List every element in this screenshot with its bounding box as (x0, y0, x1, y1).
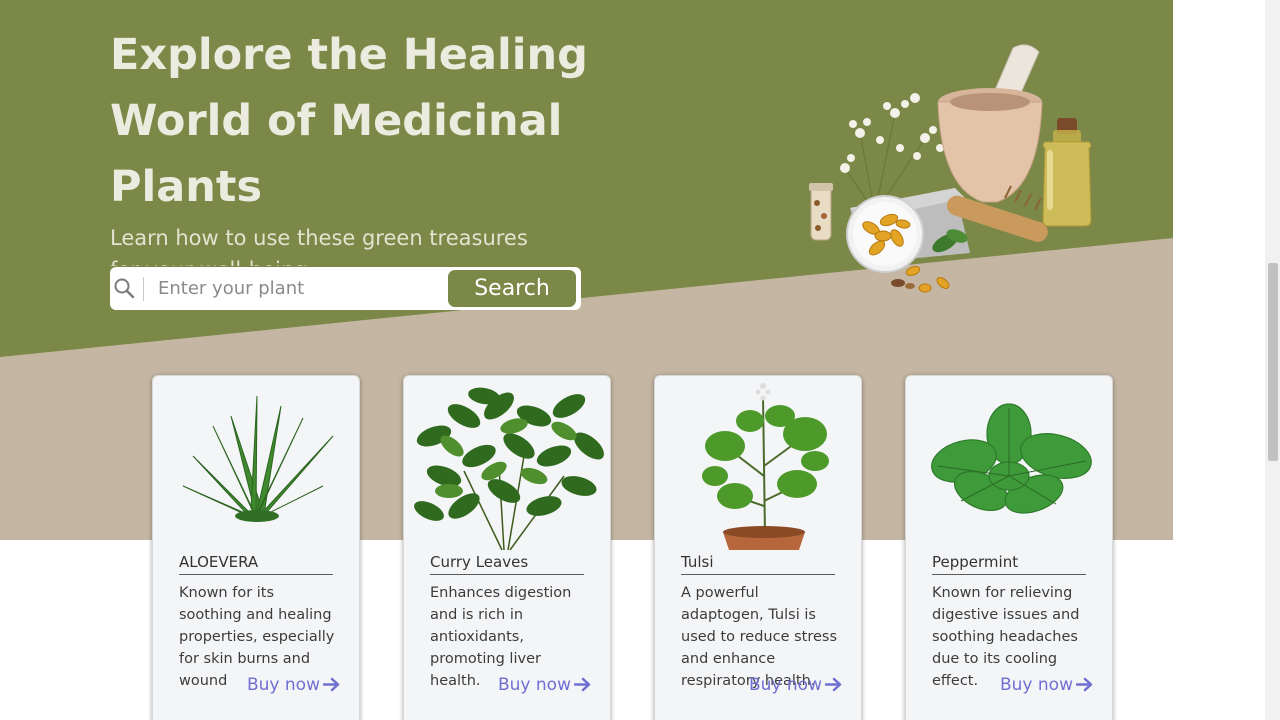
tulsi-image (702, 383, 829, 550)
buy-now-label: Buy now (1000, 675, 1073, 695)
plant-title: Tulsi (681, 552, 835, 575)
search-button[interactable]: Search (448, 270, 576, 307)
arrow-right-icon (322, 677, 340, 692)
hero-subtitle: Learn how to use these green treasures f… (110, 226, 528, 266)
scrollbar-thumb[interactable] (1268, 263, 1278, 461)
plant-card: Peppermint Known for relieving digestive… (905, 375, 1113, 720)
buy-now-label: Buy now (749, 675, 822, 695)
plant-title: Curry Leaves (430, 552, 584, 575)
buy-now-link[interactable]: Buy now (247, 674, 340, 696)
plant-card: Tulsi A powerful adaptogen, Tulsi is use… (654, 375, 862, 720)
peppermint-image (931, 403, 1092, 514)
plant-card: ALOEVERA Known for its soothing and heal… (152, 375, 360, 720)
buy-now-label: Buy now (498, 675, 571, 695)
arrow-right-icon (573, 677, 591, 692)
buy-now-link[interactable]: Buy now (749, 674, 842, 696)
page: Explore the Healing World of Medicinal P… (0, 0, 1173, 720)
medicinal-herbs-illustration (809, 44, 1092, 293)
search-divider (143, 277, 144, 301)
plant-card: Curry Leaves Enhances digestion and is r… (403, 375, 611, 720)
search-icon (114, 278, 135, 299)
plant-title: Peppermint (932, 552, 1086, 575)
buy-now-link[interactable]: Buy now (498, 674, 591, 696)
arrow-right-icon (824, 677, 842, 692)
buy-now-label: Buy now (247, 675, 320, 695)
arrow-right-icon (1075, 677, 1093, 692)
curry-leaves-image (414, 387, 604, 550)
plant-title: ALOEVERA (179, 552, 333, 575)
aloe-vera-image (182, 395, 334, 522)
search-input[interactable] (150, 272, 456, 305)
hero-title: Explore the Healing World of Medicinal P… (110, 30, 588, 212)
buy-now-link[interactable]: Buy now (1000, 674, 1093, 696)
